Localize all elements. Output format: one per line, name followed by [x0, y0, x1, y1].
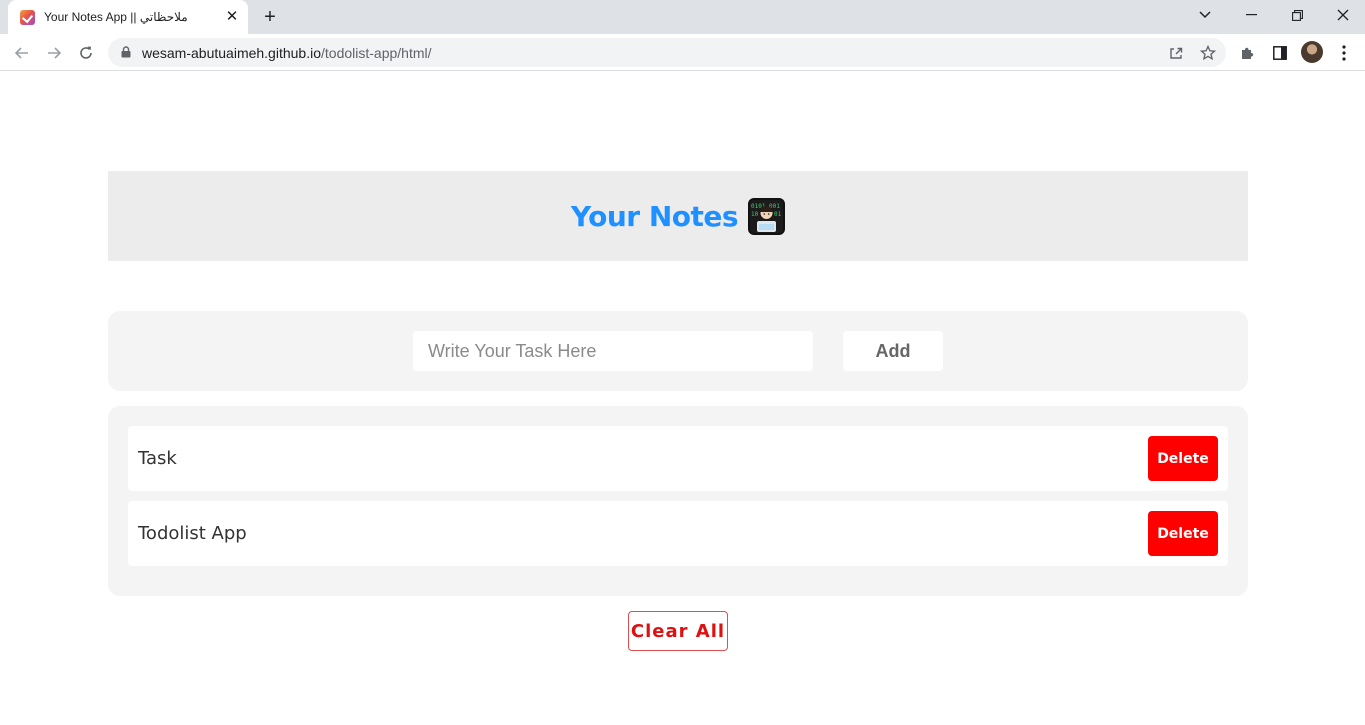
browser-tab[interactable]: Your Notes App || ملاحظاتي ✕	[8, 0, 248, 34]
url-path: /todolist-app/html/	[321, 45, 432, 61]
clear-all-button[interactable]: Clear All	[628, 611, 728, 651]
lock-icon	[121, 46, 131, 58]
tab-close-button[interactable]: ✕	[222, 7, 242, 27]
close-icon	[1337, 9, 1349, 21]
browser-tab-strip: Your Notes App || ملاحظاتي ✕ +	[0, 0, 1365, 34]
delete-task-button[interactable]: Delete	[1148, 511, 1218, 556]
tab-title: Your Notes App || ملاحظاتي	[44, 10, 188, 24]
arrow-left-icon	[14, 47, 28, 59]
bookmark-button[interactable]	[1197, 42, 1219, 64]
task-input[interactable]	[413, 331, 813, 371]
new-tab-button[interactable]: +	[258, 5, 282, 29]
star-icon	[1200, 45, 1216, 61]
share-icon	[1170, 47, 1183, 59]
svg-text:10: 10	[751, 211, 759, 218]
arrow-right-icon	[48, 47, 62, 59]
task-text: Task	[138, 448, 177, 469]
kebab-menu-icon	[1342, 45, 1346, 61]
url-host: wesam-abutuaimeh.github.io	[142, 45, 321, 61]
puzzle-icon	[1242, 47, 1254, 59]
task-list: Task Delete Todolist App Delete	[108, 406, 1248, 596]
technologist-emoji-icon: 0101 001 10 01	[748, 197, 786, 235]
extensions-button[interactable]	[1235, 40, 1261, 66]
add-task-form: Add	[108, 311, 1248, 391]
browser-toolbar: wesam-abutuaimeh.github.io/todolist-app/…	[0, 34, 1365, 71]
list-item: Task Delete	[128, 426, 1228, 491]
profile-avatar[interactable]	[1301, 41, 1323, 63]
close-window-button[interactable]	[1320, 0, 1365, 30]
share-button[interactable]	[1165, 42, 1187, 64]
chevron-down-icon	[1199, 11, 1211, 19]
url-text: wesam-abutuaimeh.github.io/todolist-app/…	[142, 45, 432, 61]
browser-menu-button[interactable]	[1331, 40, 1357, 66]
notes-header: Your Notes 0101 001 10 01	[108, 171, 1248, 261]
favicon-checkmark-icon	[20, 10, 35, 25]
side-panel-button[interactable]	[1267, 40, 1293, 66]
reload-button[interactable]	[72, 39, 100, 67]
task-text: Todolist App	[138, 523, 247, 544]
restore-button[interactable]	[1274, 0, 1320, 30]
side-panel-icon	[1273, 46, 1287, 60]
minimize-icon	[1245, 14, 1257, 16]
restore-icon	[1291, 9, 1303, 21]
delete-task-button[interactable]: Delete	[1148, 436, 1218, 481]
page-title: Your Notes	[570, 199, 739, 233]
svg-text:01: 01	[774, 211, 782, 218]
forward-button[interactable]	[40, 39, 68, 67]
address-bar[interactable]: wesam-abutuaimeh.github.io/todolist-app/…	[108, 38, 1226, 67]
tab-search-button[interactable]	[1182, 0, 1228, 30]
add-task-button[interactable]: Add	[843, 331, 943, 371]
back-button[interactable]	[8, 39, 36, 67]
list-item: Todolist App Delete	[128, 501, 1228, 566]
reload-icon	[80, 46, 92, 59]
minimize-button[interactable]	[1228, 0, 1274, 30]
